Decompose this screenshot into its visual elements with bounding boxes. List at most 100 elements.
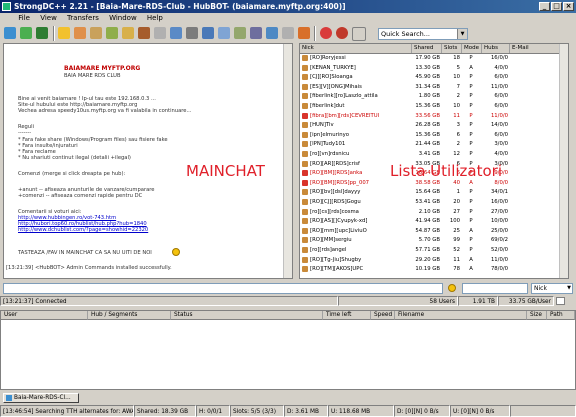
user-row[interactable]: [fibra][bm][rds]CEVREITUI 33.56 GB 11 P 11/0… [300, 112, 562, 120]
adl-search-icon[interactable] [186, 27, 198, 39]
user-hubs: 11/0/0 [490, 256, 508, 263]
menu-file[interactable]: File [14, 13, 34, 24]
menu-help[interactable]: Help [143, 13, 167, 24]
column-slots[interactable]: Slots [442, 44, 462, 53]
favorites-icon[interactable] [58, 27, 70, 39]
menu-view[interactable]: View [36, 13, 61, 24]
reconnect-icon[interactable] [20, 27, 32, 39]
transfers-panel[interactable]: User Hub / Segments Status Time left Spe… [0, 310, 576, 390]
chevron-down-icon[interactable]: ▼ [567, 284, 571, 293]
user-shared: 15.36 GB [415, 131, 440, 138]
column-nick[interactable]: Nick [300, 44, 412, 53]
user-hubs: 6/0/0 [494, 93, 508, 100]
away-icon[interactable] [320, 27, 332, 39]
column-hubs[interactable]: Hubs [482, 44, 510, 53]
user-slots: 10 [453, 74, 460, 81]
user-row[interactable]: [KENAN_TURKYE] 13.30 GB 5 A 4/0/0 [300, 64, 562, 72]
column-filename[interactable]: Filename [395, 311, 527, 320]
chat-message-input[interactable] [3, 283, 443, 294]
user-status-icon [302, 189, 308, 196]
user-slots: 7 [456, 83, 460, 90]
column-hub-segments[interactable]: Hub / Segments [88, 311, 171, 320]
user-list-panel[interactable]: Nick Shared Slots Mode Hubs E-Mail [RO]R… [299, 43, 569, 279]
user-shared: 1.80 GB [418, 93, 440, 100]
user-row[interactable]: [CJ][RO]Sloanga 45.90 GB 10 P 6/0/0 [300, 73, 562, 81]
search-icon[interactable] [170, 27, 182, 39]
column-path[interactable]: Path [547, 311, 575, 320]
refresh-share-icon[interactable] [298, 27, 310, 39]
user-filter-input[interactable] [462, 283, 528, 294]
column-status[interactable]: Status [171, 311, 323, 320]
user-row[interactable]: [ro][rds]angel 57.71 GB 52 P 52/0/0 [300, 246, 562, 254]
user-row[interactable]: [RO][Tg-Jiu]Shugby 29.20 GB 11 A 11/0/0 [300, 256, 562, 264]
user-row[interactable]: [HUN]Tiv 26.28 GB 3 P 14/0/0 [300, 121, 562, 129]
emoticon-button[interactable] [446, 283, 458, 294]
users-icon[interactable] [74, 27, 86, 39]
user-row[interactable]: [RO][AS][]Cyupyk-xd] 41.94 GB 100 P 10/0/0 [300, 217, 562, 225]
user-status-icon [302, 93, 308, 100]
column-speed[interactable]: Speed [371, 311, 395, 320]
user-row[interactable]: [ipn]elmurinyo 15.36 GB 6 P 6/0/0 [300, 131, 562, 139]
user-row[interactable]: [RO][mm][upc]LiviuO 54.87 GB 25 A 25/0/0 [300, 227, 562, 235]
column-time-left[interactable]: Time left [323, 311, 371, 320]
upload-queue-icon[interactable] [138, 27, 150, 39]
column-email[interactable]: E-Mail [510, 44, 562, 53]
user-slots: 1 [456, 189, 460, 196]
limiter-icon[interactable] [352, 27, 366, 41]
chat-link[interactable]: http://www.dchublist.com/?page=showhid=2… [18, 227, 148, 233]
user-row[interactable]: [RO][CJ][RDS]Gogu 53.41 GB 20 P 16/0/0 [300, 198, 562, 206]
main-chat-panel[interactable]: BAIAMARE MYFTP.ORG BAIA MARE RDS CLUB Bi… [3, 43, 293, 279]
user-row[interactable]: [RO]Roryjessi 17.90 GB 18 P 16/0/0 [300, 54, 562, 62]
user-row[interactable]: [RO][MM]sergiu 5.70 GB 99 P 69/0/2 [300, 236, 562, 244]
hub-icon [6, 395, 12, 401]
user-mode: P [469, 218, 473, 225]
menu-window[interactable]: Window [105, 13, 141, 24]
user-row[interactable]: [ro][cs][rds]cosma 2.10 GB 27 P 27/0/0 [300, 208, 562, 216]
user-hubs: 11/0/0 [490, 83, 508, 90]
search-spy-icon[interactable] [202, 27, 214, 39]
tab-hub[interactable]: Baia-Mare-RDS-Cl... [3, 393, 79, 403]
filter-column-select[interactable]: Nick ▼ [531, 283, 573, 294]
menu-transfers[interactable]: Transfers [63, 13, 103, 24]
network-stats-icon[interactable] [234, 27, 246, 39]
quick-search-input[interactable]: Quick Search... ▼ [378, 28, 468, 40]
user-row[interactable]: [ES][V][ONG]Mihais 31.34 GB 7 P 11/0/0 [300, 83, 562, 91]
cdm-debug-icon[interactable] [250, 27, 262, 39]
column-size[interactable]: Size [527, 311, 547, 320]
main-chat-scrollbar[interactable] [283, 44, 292, 278]
user-list-scrollbar[interactable] [559, 44, 568, 278]
recent-hubs-icon[interactable] [90, 27, 102, 39]
quick-search-value: Quick Search... [381, 30, 430, 38]
notepad-icon[interactable] [218, 27, 230, 39]
settings-icon[interactable] [266, 27, 278, 39]
quick-search-dropdown-icon[interactable]: ▼ [457, 29, 467, 39]
minimize-button[interactable]: _ [539, 2, 550, 11]
user-row[interactable]: [RO][bv][dsl]dayyy 15.64 GB 1 P 34/0/1 [300, 188, 562, 196]
user-row[interactable]: [IPN]Tudy101 21.44 GB 2 P 3/0/0 [300, 140, 562, 148]
maximize-button[interactable]: □ [551, 2, 562, 11]
user-hubs: 69/0/2 [490, 237, 508, 244]
follow-redirect-icon[interactable] [36, 27, 48, 39]
user-shared: 33.56 GB [415, 112, 440, 119]
column-user[interactable]: User [1, 311, 88, 320]
queue-icon[interactable] [106, 27, 118, 39]
close-button[interactable]: × [563, 2, 574, 11]
user-shared: 21.44 GB [415, 141, 440, 148]
user-mode: A [469, 227, 473, 234]
window-tab-bar: Baia-Mare-RDS-Cl... [0, 392, 576, 404]
user-nick: [RO][bv][dsl]dayyy [310, 189, 361, 196]
finished-downloads-icon[interactable] [122, 27, 134, 39]
column-mode[interactable]: Mode [462, 44, 482, 53]
user-status-icon [302, 247, 308, 253]
open-filelist-icon[interactable] [282, 27, 294, 39]
user-list-toggle-checkbox[interactable] [556, 297, 565, 305]
user-shared: 54.87 GB [415, 227, 440, 234]
user-row[interactable]: [fiberlink]dut 15.36 GB 10 P 6/0/0 [300, 102, 562, 110]
user-row[interactable]: [fiberlink][ro]Laszlo_attila 1.80 GB 2 P 6/0… [300, 92, 562, 100]
connect-icon[interactable] [4, 27, 16, 39]
shutdown-icon[interactable] [336, 27, 348, 39]
user-row[interactable]: [ro][vn]rdsnicu 3.41 GB 12 P 4/0/0 [300, 150, 562, 158]
column-shared[interactable]: Shared [412, 44, 442, 53]
finished-uploads-icon[interactable] [154, 27, 166, 39]
user-row[interactable]: [RO][TM][AKOS]UPC 10.19 GB 78 A 78/0/0 [300, 265, 562, 273]
